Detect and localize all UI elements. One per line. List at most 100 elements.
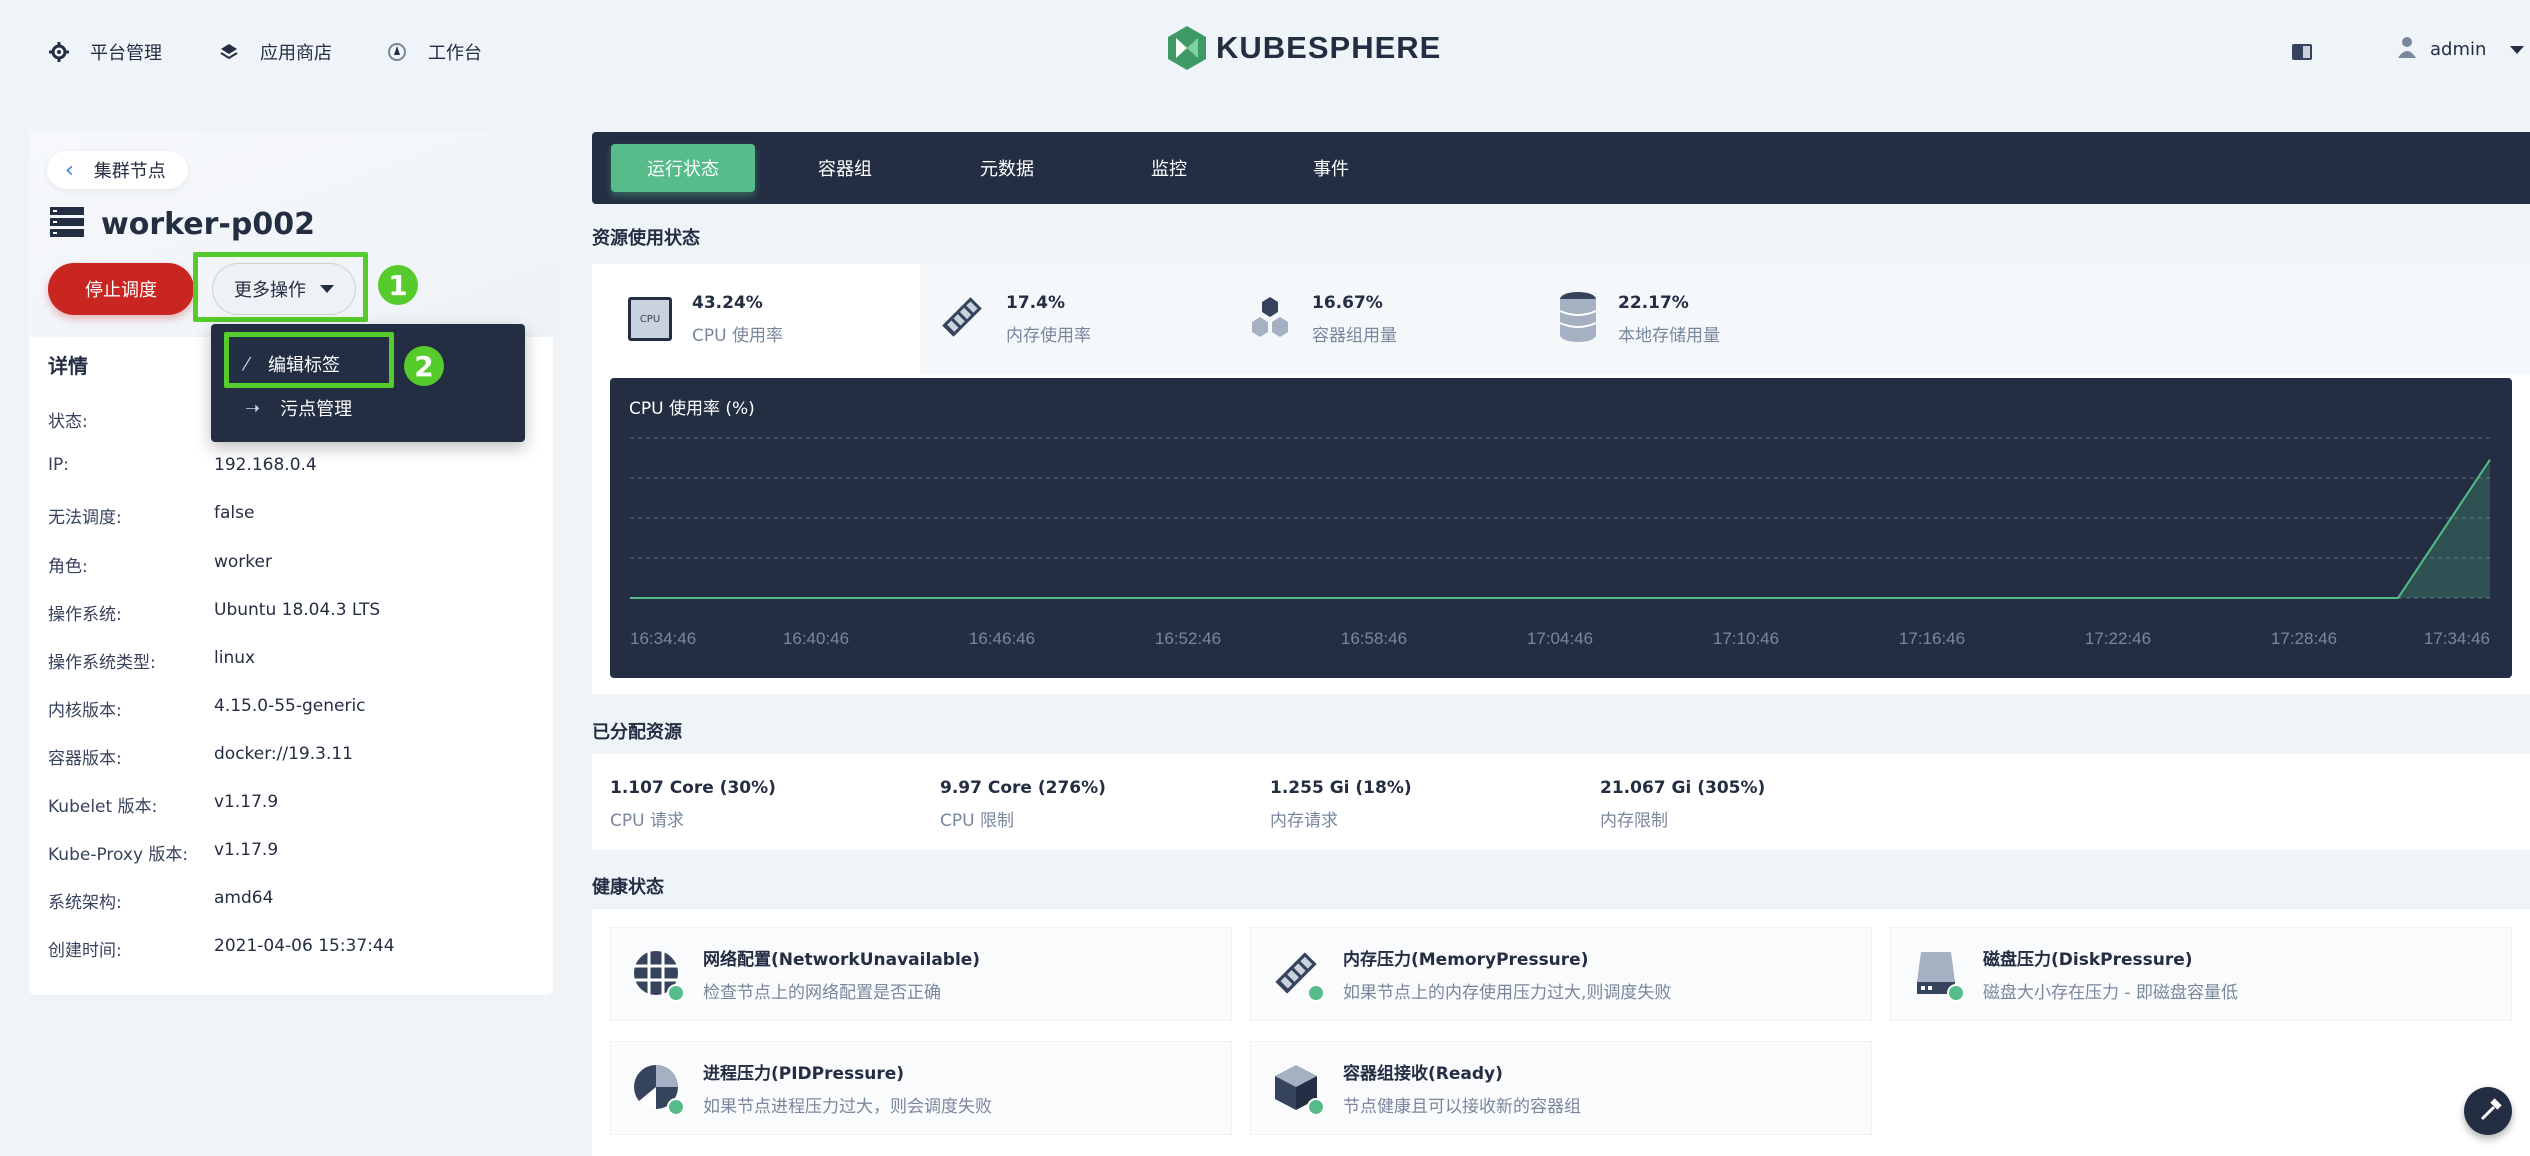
health-disk: 磁盘压力(DiskPressure) 磁盘大小存在压力 - 即磁盘容量低: [1890, 927, 2512, 1021]
detail-row: 状态:: [48, 412, 88, 432]
detail-row: 无法调度: false: [48, 503, 255, 528]
metric-value: 17.4%: [1006, 292, 1065, 313]
x-tick-label: 16:40:46: [783, 629, 849, 648]
nav-label: 平台管理: [90, 43, 162, 64]
metric-memory[interactable]: 17.4% 内存使用率: [920, 264, 1226, 374]
stop-scheduling-button[interactable]: 停止调度: [48, 263, 194, 315]
x-tick-label: 17:10:46: [1713, 629, 1779, 648]
logo-text: KUBESPHERE: [1216, 30, 1442, 65]
network-icon: [631, 948, 685, 1002]
detail-row: Kubelet 版本: v1.17.9: [48, 792, 279, 817]
top-bar: 平台管理 应用商店 工作台 KUBESPHERE admin: [0, 0, 2530, 104]
ok-check-icon: [667, 984, 685, 1002]
node-name: worker-p002: [101, 207, 315, 242]
resource-usage-title: 资源使用状态: [592, 228, 700, 249]
back-label: 集群节点: [93, 161, 166, 182]
compass-icon: [384, 39, 410, 65]
metric-pods[interactable]: 16.67% 容器组用量: [1230, 264, 1536, 374]
x-tick-label: 17:16:46: [1899, 629, 1965, 648]
tab-events[interactable]: 事件: [1259, 144, 1403, 192]
user-menu[interactable]: admin: [2398, 36, 2525, 63]
layers-icon: [216, 39, 242, 65]
tab-monitoring[interactable]: 监控: [1097, 144, 1241, 192]
x-tick-label: 17:22:46: [2085, 629, 2151, 648]
health-memory: 内存压力(MemoryPressure) 如果节点上的内存使用压力过大,则调度失败: [1250, 927, 1872, 1021]
health-panel: 网络配置(NetworkUnavailable) 检查节点上的网络配置是否正确 内…: [592, 909, 2530, 1156]
menu-item-label: 污点管理: [280, 399, 353, 420]
ok-check-icon: [1307, 984, 1325, 1002]
alloc-cpu-request: 1.107 Core (30%) CPU 请求: [610, 778, 776, 831]
detail-row: 系统架构: amd64: [48, 888, 274, 913]
detail-row: 角色: worker: [48, 552, 272, 577]
highlight-box-more-actions: [193, 252, 368, 322]
back-button[interactable]: ‹ 集群节点: [47, 151, 188, 189]
memory-icon: [938, 293, 986, 345]
x-tick-label: 16:52:46: [1155, 629, 1221, 648]
series-area: [630, 459, 2490, 598]
x-tick-label: 16:34:46: [630, 629, 696, 648]
metric-label: 内存使用率: [1006, 325, 1091, 346]
nav-label: 应用商店: [260, 43, 332, 64]
cpu-usage-chart: CPU 使用率 (%) 16:34:46 16:40:46 16:46:46 16:5…: [610, 378, 2512, 678]
metric-value: 43.24%: [692, 292, 763, 313]
process-icon: [631, 1062, 685, 1116]
memory-icon: [1271, 948, 1325, 1002]
x-tick-label: 17:34:46: [2424, 629, 2490, 648]
metric-cpu[interactable]: CPU 43.24% CPU 使用率: [610, 264, 916, 374]
x-tick-label: 16:46:46: [969, 629, 1035, 648]
cpu-icon: CPU: [628, 297, 672, 341]
detail-row: 操作系统类型: linux: [48, 648, 256, 673]
callout-badge-1: 1: [378, 265, 418, 305]
ok-check-icon: [1307, 1098, 1325, 1116]
nav-workbench[interactable]: 工作台: [384, 0, 482, 104]
username: admin: [2430, 39, 2487, 60]
callout-badge-2: 2: [404, 346, 444, 386]
nav-label: 工作台: [428, 43, 482, 64]
detail-row: 操作系统: Ubuntu 18.04.3 LTS: [48, 600, 381, 625]
detail-row: Kube-Proxy 版本: v1.17.9: [48, 840, 279, 865]
alloc-memory-request: 1.255 Gi (18%) 内存请求: [1270, 778, 1412, 831]
metric-label: CPU 使用率: [692, 325, 783, 346]
x-tick-label: 17:04:46: [1527, 629, 1593, 648]
health-ready: 容器组接收(Ready) 节点健康且可以接收新的容器组: [1250, 1041, 1872, 1135]
kubesphere-logo[interactable]: KUBESPHERE: [1168, 26, 1441, 70]
nav-platform[interactable]: 平台管理: [46, 0, 162, 104]
health-pid: 进程压力(PIDPressure) 如果节点进程压力过大，则会调度失败: [610, 1041, 1232, 1135]
metric-value: 16.67%: [1312, 292, 1383, 313]
logo-icon: [1168, 26, 1206, 70]
allocated-title: 已分配资源: [592, 722, 682, 743]
metric-value: 22.17%: [1618, 292, 1689, 313]
allocated-panel: 1.107 Core (30%) CPU 请求 9.97 Core (276%) C…: [592, 754, 2530, 850]
box-icon: [1271, 1062, 1325, 1116]
metric-storage[interactable]: 22.17% 本地存储用量: [1540, 264, 1846, 374]
health-network: 网络配置(NetworkUnavailable) 检查节点上的网络配置是否正确: [610, 927, 1232, 1021]
alloc-cpu-limit: 9.97 Core (276%) CPU 限制: [940, 778, 1106, 831]
ok-check-icon: [1947, 984, 1965, 1002]
menu-item-taint-management[interactable]: ➝ 污点管理: [245, 388, 352, 428]
ok-check-icon: [667, 1098, 685, 1116]
alloc-memory-limit: 21.067 Gi (305%) 内存限制: [1600, 778, 1766, 831]
tab-running-status[interactable]: 运行状态: [611, 144, 755, 192]
gear-icon: [46, 39, 72, 65]
resource-metrics: CPU 43.24% CPU 使用率 17.4% 内存使用率 16.67% 容器组用量…: [592, 264, 2530, 374]
storage-icon: [1558, 291, 1598, 347]
server-icon: [50, 207, 84, 237]
notification-icon[interactable]: [2292, 44, 2312, 60]
x-tick-label: 17:28:46: [2271, 629, 2337, 648]
tab-bar: 运行状态 容器组 元数据 监控 事件: [592, 132, 2530, 204]
detail-row: 容器版本: docker://19.3.11: [48, 744, 353, 769]
user-icon: [2398, 36, 2416, 63]
pods-icon: [1248, 295, 1292, 343]
detail-row: 创建时间: 2021-04-06 15:37:44: [48, 936, 395, 961]
highlight-box-edit-labels: [224, 332, 394, 388]
tab-metadata[interactable]: 元数据: [935, 144, 1079, 192]
nav-appstore[interactable]: 应用商店: [216, 0, 332, 104]
chevron-left-icon: ‹: [65, 157, 74, 183]
toolbox-button[interactable]: [2464, 1087, 2512, 1135]
detail-row: 内核版本: 4.15.0-55-generic: [48, 696, 366, 721]
metric-label: 容器组用量: [1312, 325, 1397, 346]
chart-svg[interactable]: 16:34:46 16:40:46 16:46:46 16:52:46 16:58:46…: [610, 378, 2512, 678]
tab-pods[interactable]: 容器组: [773, 144, 917, 192]
disk-icon: [1911, 948, 1965, 1002]
series-line: [630, 459, 2491, 599]
